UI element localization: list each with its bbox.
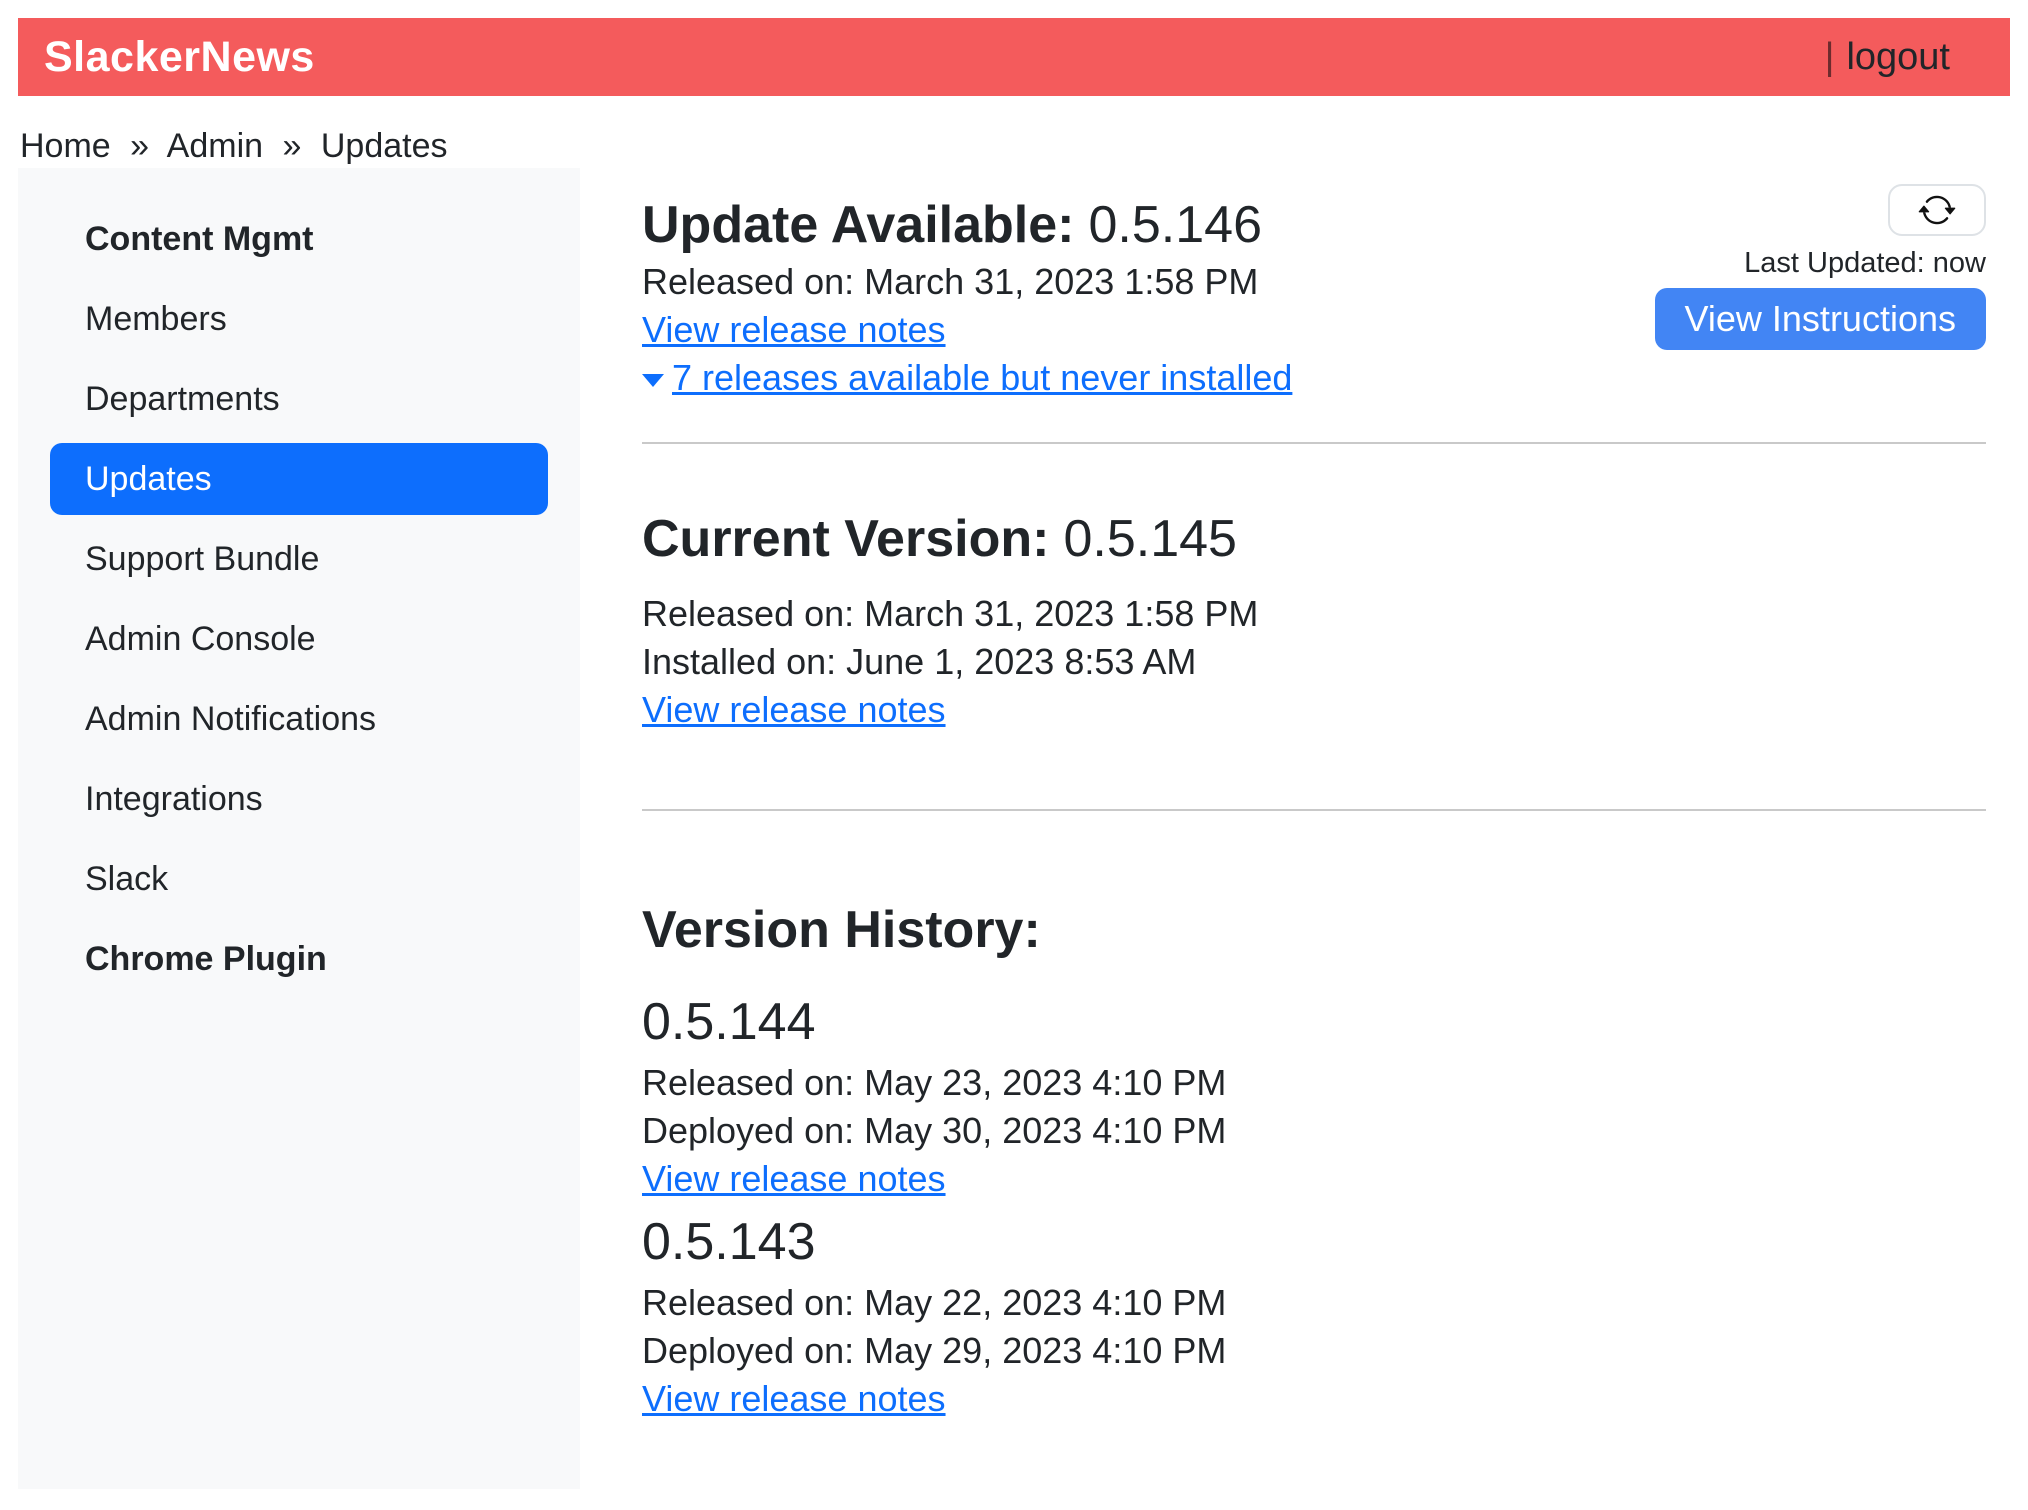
history-release-notes-link[interactable]: View release notes [642, 1375, 946, 1423]
sidebar-item-departments[interactable]: Departments [50, 363, 548, 435]
section-divider [642, 442, 1986, 444]
sidebar-item-support-bundle[interactable]: Support Bundle [50, 523, 548, 595]
breadcrumb: Home » Admin » Updates [20, 124, 2010, 168]
history-entry: 0.5.143 Released on: May 22, 2023 4:10 P… [642, 1211, 1986, 1423]
current-version-section: Current Version:0.5.145 Released on: Mar… [642, 508, 1986, 734]
sidebar: Content Mgmt Members Departments Updates… [18, 168, 580, 1489]
breadcrumb-separator: » [130, 127, 149, 165]
header-right: | logout [1825, 36, 1950, 79]
current-released-on: Released on: March 31, 2023 1:58 PM [642, 590, 1986, 638]
update-available-version: 0.5.146 [1089, 196, 1263, 254]
refresh-button[interactable] [1888, 184, 1986, 236]
main-content: Last Updated: now View Instructions Upda… [580, 168, 2010, 1489]
sidebar-item-content-mgmt[interactable]: Content Mgmt [50, 203, 548, 275]
sidebar-item-admin-notifications[interactable]: Admin Notifications [50, 683, 548, 755]
history-entry: 0.5.144 Released on: May 23, 2023 4:10 P… [642, 991, 1986, 1203]
sidebar-item-updates[interactable]: Updates [50, 443, 548, 515]
history-release-notes-link[interactable]: View release notes [642, 1155, 946, 1203]
page: SlackerNews | logout Home » Admin » Upda… [0, 0, 2028, 1489]
history-released-on: Released on: May 22, 2023 4:10 PM [642, 1279, 1986, 1327]
version-history-heading: Version History: [642, 899, 1986, 961]
current-version-label: Current Version: [642, 510, 1049, 568]
content-layout: Content Mgmt Members Departments Updates… [18, 168, 2010, 1489]
breadcrumb-separator: » [282, 127, 301, 165]
sidebar-item-chrome-plugin[interactable]: Chrome Plugin [50, 923, 548, 995]
sidebar-item-admin-console[interactable]: Admin Console [50, 603, 548, 675]
current-version-number: 0.5.145 [1063, 510, 1237, 568]
caret-down-icon [642, 374, 664, 387]
update-available-label: Update Available: [642, 196, 1074, 254]
history-deployed-on: Deployed on: May 30, 2023 4:10 PM [642, 1107, 1986, 1155]
breadcrumb-admin[interactable]: Admin [167, 127, 263, 165]
refresh-icon [1918, 191, 1956, 229]
app-header: SlackerNews | logout [18, 18, 2010, 96]
section-divider [642, 809, 1986, 811]
update-controls: Last Updated: now View Instructions [1655, 184, 1986, 350]
sidebar-item-integrations[interactable]: Integrations [50, 763, 548, 835]
current-release-notes-link[interactable]: View release notes [642, 686, 946, 734]
sidebar-item-slack[interactable]: Slack [50, 843, 548, 915]
update-release-notes-link[interactable]: View release notes [642, 306, 946, 354]
view-instructions-button[interactable]: View Instructions [1655, 288, 1986, 350]
history-released-on: Released on: May 23, 2023 4:10 PM [642, 1059, 1986, 1107]
breadcrumb-updates[interactable]: Updates [321, 127, 448, 165]
breadcrumb-home[interactable]: Home [20, 127, 111, 165]
current-installed-on: Installed on: June 1, 2023 8:53 AM [642, 638, 1986, 686]
version-history-label: Version History: [642, 901, 1041, 959]
history-version-number: 0.5.143 [642, 1211, 1986, 1273]
sidebar-item-members[interactable]: Members [50, 283, 548, 355]
header-separator: | [1825, 36, 1835, 79]
logout-link[interactable]: logout [1846, 36, 1950, 79]
history-deployed-on: Deployed on: May 29, 2023 4:10 PM [642, 1327, 1986, 1375]
version-history-section: Version History: 0.5.144 Released on: Ma… [642, 899, 1986, 1423]
brand-logo[interactable]: SlackerNews [44, 33, 315, 82]
last-updated-status: Last Updated: now [1744, 248, 1986, 278]
history-version-number: 0.5.144 [642, 991, 1986, 1053]
current-version-heading: Current Version:0.5.145 [642, 508, 1986, 570]
pending-releases-toggle[interactable]: 7 releases available but never installed [642, 354, 1986, 402]
pending-releases-link[interactable]: 7 releases available but never installed [672, 354, 1292, 402]
